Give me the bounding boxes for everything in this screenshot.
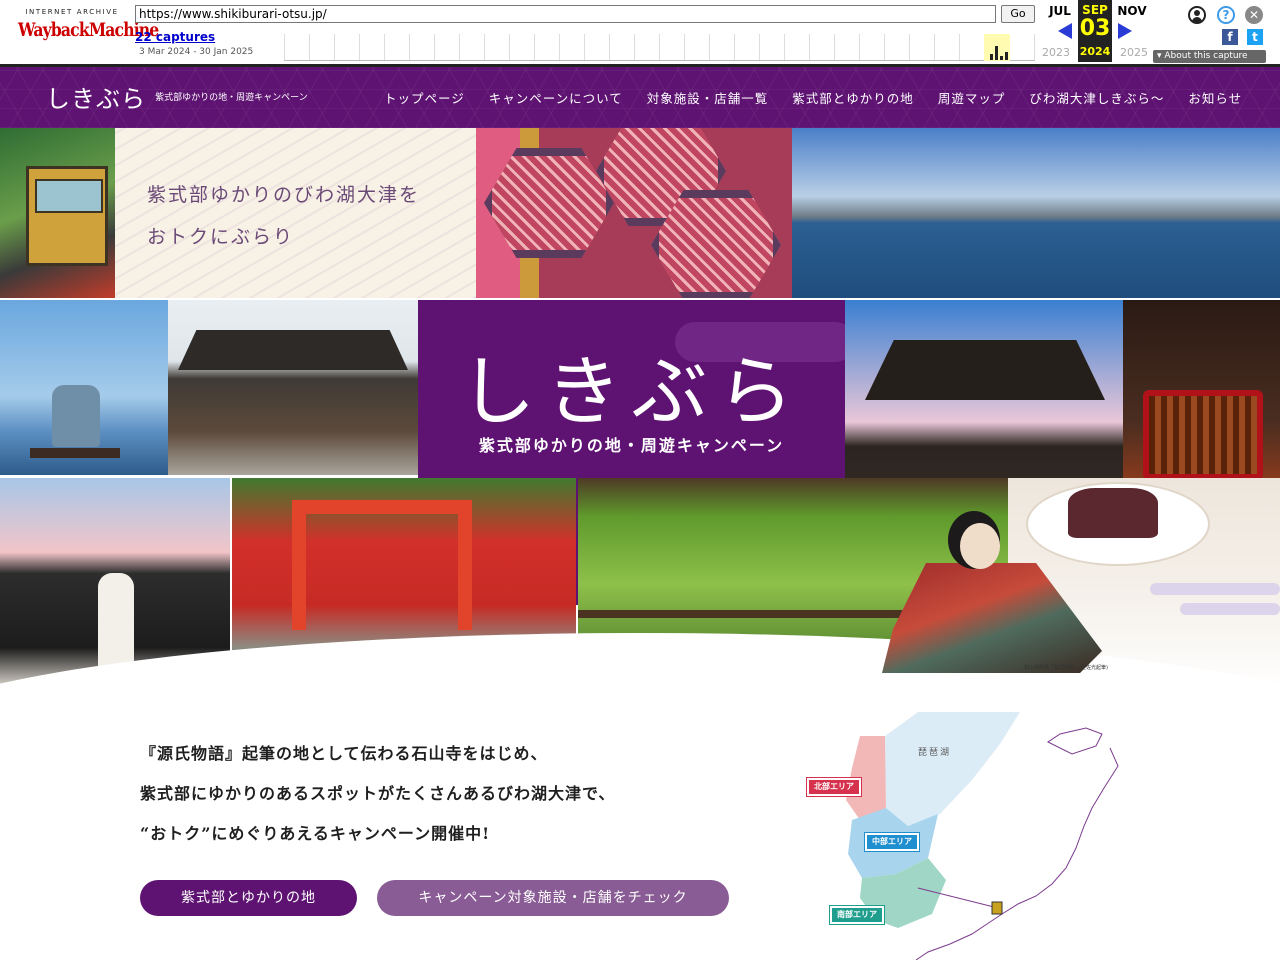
- intro-line-3: “おトク”にめぐりあえるキャンペーン開催中!: [140, 824, 491, 843]
- sparkline-bar: [990, 54, 993, 60]
- sparkline-bar: [1000, 56, 1003, 60]
- capture-sparkline[interactable]: [284, 34, 1035, 61]
- wayback-logo[interactable]: INTERNET ARCHIVE WaybackMachine: [18, 8, 159, 52]
- site-header: しきぶら 紫式部ゆかりの地・周遊キャンペーン トップページ キャンペーンについて…: [0, 67, 1280, 128]
- beef-box: [484, 148, 614, 258]
- about-capture-label: About this capture: [1164, 51, 1248, 61]
- hero-catchcopy-line2: おトクにぶらり: [147, 226, 295, 248]
- illustration-credit: 石山寺所蔵「紫式部図」(土佐光起筆): [1024, 665, 1108, 671]
- photo-lake-biwa: [792, 128, 1280, 298]
- sparkline-bar: [1005, 52, 1008, 60]
- lake-biwa-area: [885, 712, 1020, 826]
- nav-item-murasaki[interactable]: 紫式部とゆかりの地: [780, 88, 926, 107]
- twitter-icon[interactable]: t: [1247, 29, 1263, 45]
- wayback-logo-main: WaybackMachine: [18, 19, 159, 41]
- wayback-logo-top: INTERNET ARCHIVE: [25, 8, 119, 16]
- user-icon[interactable]: [1188, 6, 1206, 24]
- url-input[interactable]: https://www.shikiburari-otsu.jp/: [135, 5, 996, 23]
- photo-lakeside-swing: [0, 300, 168, 475]
- child-figure: [52, 385, 100, 447]
- swing-seat: [30, 448, 120, 458]
- sparkline-bar: [995, 46, 998, 60]
- current-year-label: 2024: [1079, 45, 1111, 58]
- nav-item-about-campaign[interactable]: キャンペーンについて: [477, 88, 635, 107]
- photo-omi-beef: [476, 128, 792, 298]
- next-year-label[interactable]: 2025: [1117, 46, 1151, 59]
- cable-car-shape: [26, 166, 108, 266]
- shrine-gate-shape: [292, 500, 472, 630]
- nav-item-biwako-shikibura[interactable]: びわ湖大津しきぶら～: [1017, 88, 1176, 107]
- site-logo[interactable]: しきぶら 紫式部ゆかりの地・周遊キャンペーン: [46, 79, 308, 115]
- check-shops-button[interactable]: キャンペーン対象施設・店舗をチェック: [377, 880, 729, 916]
- capture-date-range: 3 Mar 2024 - 30 Jan 2025: [139, 47, 254, 57]
- main-nav: トップページ キャンペーンについて 対象施設・店舗一覧 紫式部とゆかりの地 周遊…: [372, 67, 1254, 128]
- captures-link[interactable]: 22 captures: [135, 30, 215, 44]
- hero-catchcopy-line1: 紫式部ゆかりのびわ湖大津を: [147, 184, 421, 206]
- nav-item-shop-list[interactable]: 対象施設・店舗一覧: [635, 88, 781, 107]
- photo-cable-car: [0, 128, 115, 298]
- next-capture-arrow-icon[interactable]: [1118, 23, 1132, 39]
- hero-title-subtitle: 紫式部ゆかりの地・周遊キャンペーン: [478, 436, 785, 455]
- hero-collage: 紫式部ゆかりのびわ湖大津を おトクにぶらり しきぶら 紫式部ゆかりの地・周遊キャ…: [0, 128, 1280, 690]
- intro-text: 『源氏物語』起筆の地として伝わる石山寺をはじめ、 紫式部にゆかりのあるスポットが…: [140, 740, 615, 860]
- murasaki-head: [960, 523, 1000, 569]
- photo-temple-gate: [168, 300, 418, 475]
- site-logo-subtitle: 紫式部ゆかりの地・周遊キャンペーン: [155, 93, 308, 103]
- prev-year-label[interactable]: 2023: [1039, 46, 1073, 59]
- murasaki-spots-button[interactable]: 紫式部とゆかりの地: [140, 880, 357, 916]
- temple-roof: [865, 340, 1105, 400]
- area-map[interactable]: 琵琶湖 北部エリア 中部エリア 南部エリア: [800, 708, 1130, 961]
- intro-line-1: 『源氏物語』起筆の地として伝わる石山寺をはじめ、: [140, 744, 548, 763]
- hero-catchcopy: 紫式部ゆかりのびわ湖大津を おトクにぶらり: [115, 128, 476, 298]
- prev-capture-arrow-icon[interactable]: [1058, 23, 1072, 39]
- go-button[interactable]: Go: [1001, 5, 1035, 23]
- nav-item-tour-map[interactable]: 周遊マップ: [926, 88, 1018, 107]
- illustration-murasaki-shikibu: [862, 503, 1122, 673]
- current-month-label: SEP: [1082, 3, 1108, 17]
- help-icon[interactable]: ?: [1217, 6, 1235, 24]
- lake-biwa-label: 琵琶湖: [918, 748, 952, 758]
- decorative-cloud: [1150, 583, 1280, 595]
- current-capture-date: SEP 03 2024: [1078, 0, 1112, 62]
- nav-item-news[interactable]: お知らせ: [1176, 88, 1254, 107]
- otsu-location-marker: [991, 901, 1003, 915]
- hero-title-mark: しきぶら: [459, 347, 804, 436]
- decorative-cloud: [1180, 603, 1280, 615]
- site-logo-mark: しきぶら: [46, 85, 146, 113]
- current-day-label: 03: [1079, 16, 1111, 41]
- gate-roof: [178, 330, 408, 370]
- south-area-label[interactable]: 南部エリア: [829, 905, 885, 925]
- north-area-label[interactable]: 北部エリア: [806, 777, 862, 797]
- unagi-dish: [1143, 390, 1263, 480]
- prev-month-label[interactable]: JUL: [1043, 4, 1077, 18]
- intro-line-2: 紫式部にゆかりのあるスポットがたくさんあるびわ湖大津で、: [140, 784, 616, 803]
- facebook-icon[interactable]: f: [1222, 29, 1238, 45]
- about-capture-button[interactable]: ▾ About this capture: [1153, 50, 1266, 63]
- next-month-label[interactable]: NOV: [1115, 4, 1149, 18]
- close-icon[interactable]: ✕: [1245, 6, 1263, 24]
- wayback-toolbar: INTERNET ARCHIVE WaybackMachine https://…: [0, 0, 1280, 67]
- nav-item-top[interactable]: トップページ: [372, 88, 477, 107]
- central-area-label[interactable]: 中部エリア: [864, 832, 920, 852]
- murasaki-robe: [882, 563, 1102, 673]
